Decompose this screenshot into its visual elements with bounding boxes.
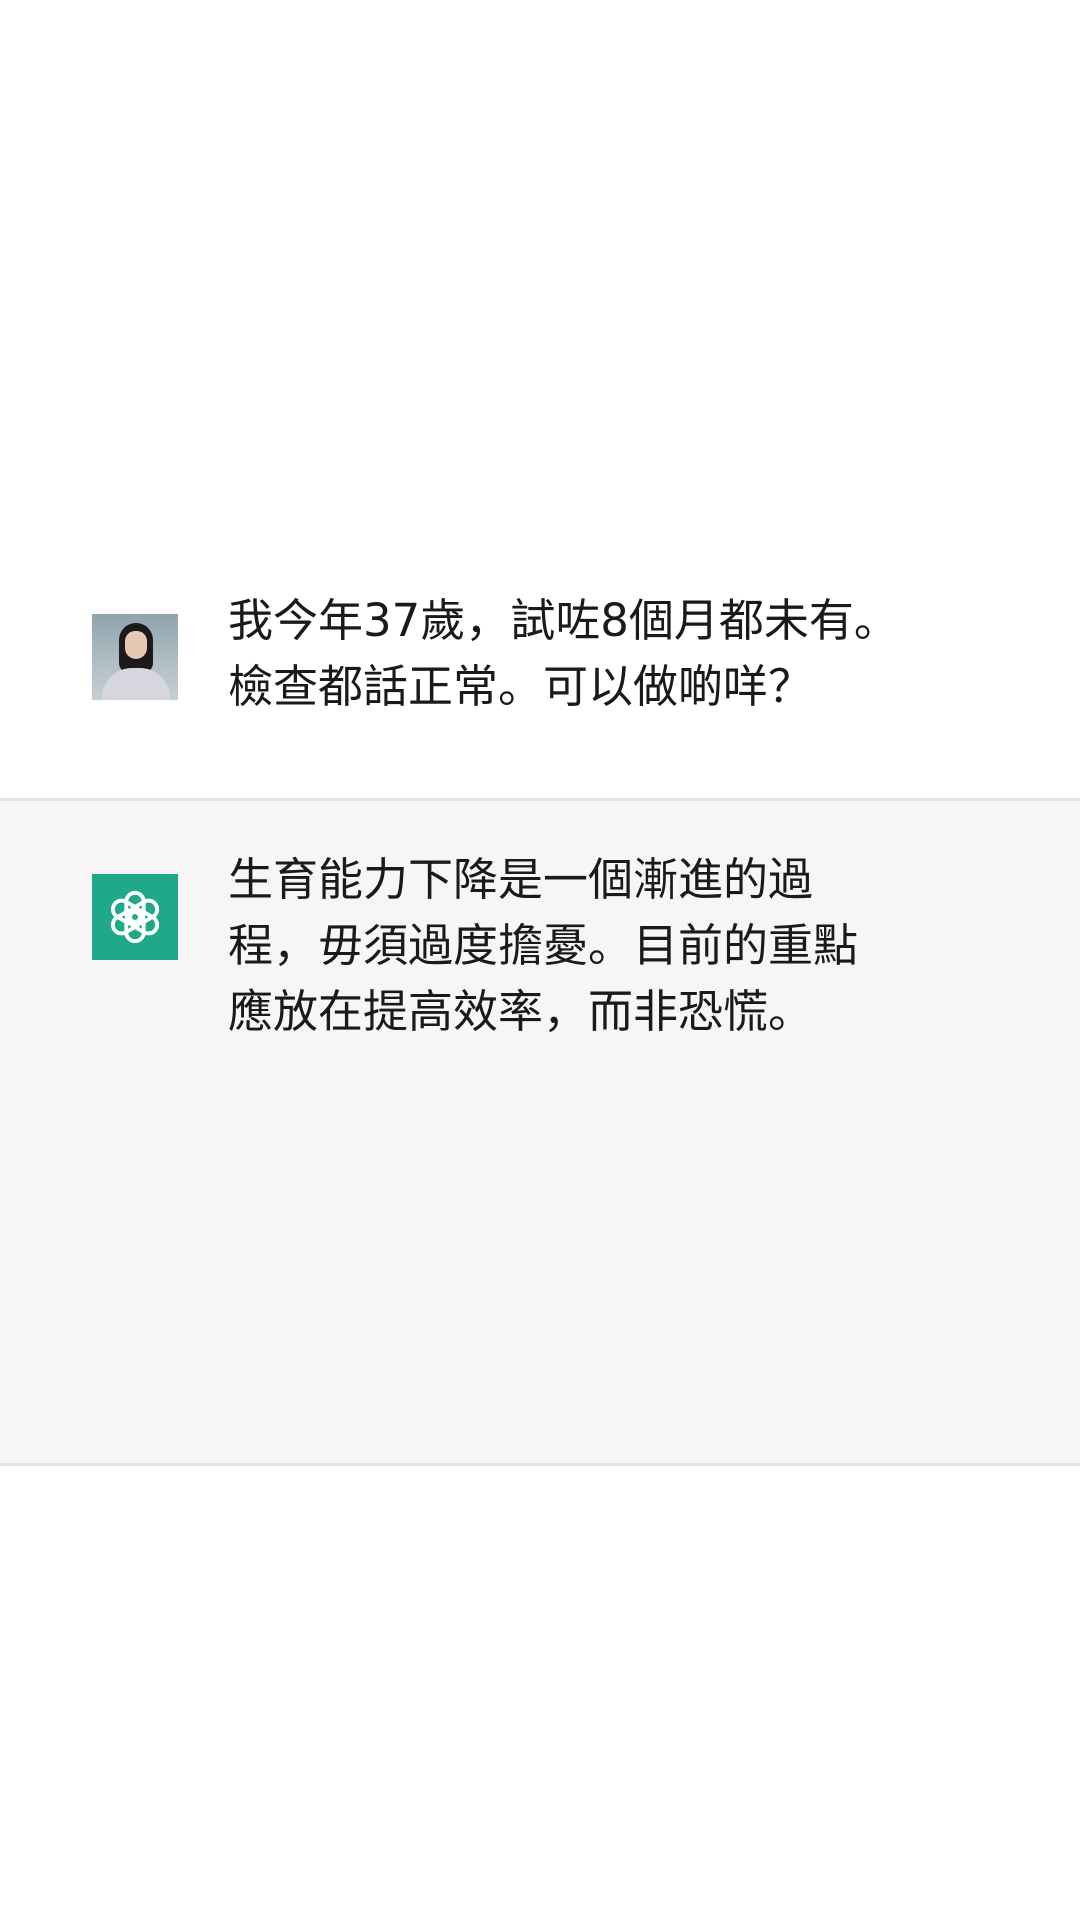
- openai-logo-icon: [92, 874, 178, 960]
- chat-thread: 我今年37歲，試咗8個月都未有。 檢查都話正常。可以做啲咩？ 生育能力下降是一個…: [0, 0, 1080, 1920]
- user-message-text: 我今年37歲，試咗8個月都未有。 檢查都話正常。可以做啲咩？: [228, 594, 899, 713]
- user-avatar: [92, 614, 178, 700]
- user-message: 我今年37歲，試咗8個月都未有。 檢查都話正常。可以做啲咩？: [0, 560, 1080, 798]
- assistant-message: 生育能力下降是一個漸進的過 程，毋須過度擔憂。目前的重點 應放在提高效率，而非恐…: [0, 798, 1080, 1466]
- avatar-face: [125, 631, 147, 659]
- assistant-message-text: 生育能力下降是一個漸進的過 程，毋須過度擔憂。目前的重點 應放在提高效率，而非恐…: [228, 853, 859, 1038]
- avatar-body: [102, 668, 170, 700]
- openai-logo-icon-graphic: [110, 890, 160, 944]
